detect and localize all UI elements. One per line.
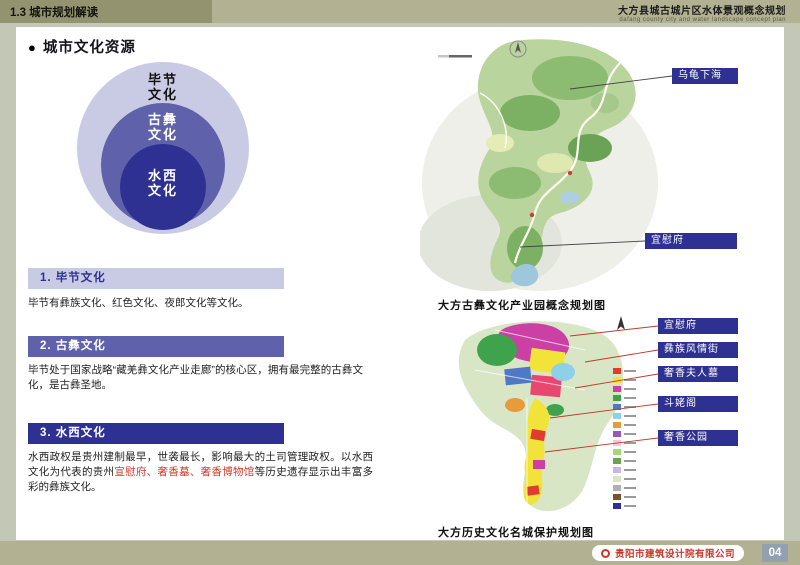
map-label-yizu-fengqingjie: 彝族风情街 (658, 342, 738, 358)
page-number: 04 (762, 544, 788, 562)
figure-concept-plan: 乌龟下海 宜慰府 大方古彝文化产业园概念规划图 (420, 33, 785, 309)
page-title-text: 城市文化资源 (43, 40, 136, 56)
bullet-icon: ● (28, 40, 37, 55)
header-bar: 1.3 城市规划解读 大方县城古城片区水体景观概念规划 dafang count… (0, 0, 800, 23)
header-section-title: 1.3 城市规划解读 (0, 0, 212, 23)
map-label-doulao-ge: 斗姥阁 (658, 396, 738, 412)
section-heading-shuixi: 3. 水西文化 (28, 423, 284, 444)
company-logo-icon (601, 549, 610, 558)
caption-protection-plan: 大方历史文化名城保护规划图 (438, 524, 594, 540)
circle-label-shuixi: 水西 文化 (120, 168, 206, 199)
slide-page: 1.3 城市规划解读 大方县城古城片区水体景观概念规划 dafang count… (0, 0, 800, 565)
content-sheet: ● 城市文化资源 毕节 文化 古彝 文化 水西 文化 1. 毕节文化 毕节有彝族文… (16, 27, 784, 540)
concept-plan-map-image (420, 33, 665, 295)
circle-label-bijie: 毕节 文化 (77, 72, 249, 103)
circle-label-guyi: 古彝 文化 (101, 112, 225, 143)
section-heading-bijie: 1. 毕节文化 (28, 268, 284, 289)
footer-bar: 贵阳市建筑设计院有限公司 04 (0, 541, 800, 565)
figure-protection-plan: 宜慰府 彝族风情街 奢香夫人墓 斗姥阁 奢香公园 大方历史文化名城保护规划图 (420, 310, 785, 540)
header-project-block: 大方县城古城片区水体景观概念规划 dafang county city and … (618, 2, 786, 23)
section-body-shuixi: 水西政权是贵州建制最早，世袭最长，影响最大的土司管理政权。以水西文化为代表的贵州… (28, 450, 373, 495)
scale-bar (438, 55, 472, 58)
map-label-shexiang-gongyuan: 奢香公园 (658, 430, 738, 446)
section-body-shuixi-highlight: 宣慰府、奢香墓、奢香博物馆 (114, 466, 254, 478)
header-project-subtitle: dafang county city and water landscape c… (618, 17, 786, 23)
company-badge: 贵阳市建筑设计院有限公司 (592, 545, 744, 561)
page-title: ● 城市文化资源 (28, 36, 136, 57)
protection-plan-map-image (435, 310, 640, 522)
header-project-title: 大方县城古城片区水体景观概念规划 (618, 2, 786, 17)
company-name: 贵阳市建筑设计院有限公司 (615, 546, 735, 560)
map-label-yiweifu-top: 宜慰府 (645, 233, 737, 249)
map-label-yiweifu: 宜慰府 (658, 318, 738, 334)
map-label-wugui-xiahai: 乌龟下海 (672, 68, 738, 84)
section-body-guyi: 毕节处于国家战略“藏羌彝文化产业走廊”的核心区，拥有最完整的古彝文化，是古彝圣地… (28, 363, 363, 393)
map-label-shexiang-furen-mu: 奢香夫人墓 (658, 366, 738, 382)
section-body-bijie: 毕节有彝族文化、红色文化、夜郎文化等文化。 (28, 296, 378, 311)
section-heading-guyi: 2. 古彝文化 (28, 336, 284, 357)
